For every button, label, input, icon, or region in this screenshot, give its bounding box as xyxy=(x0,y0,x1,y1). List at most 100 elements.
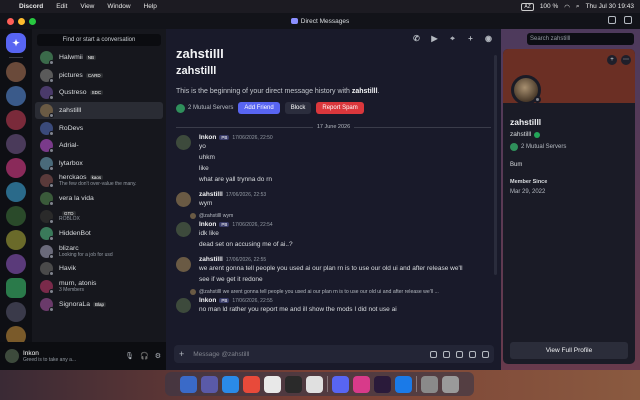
dm-item[interactable]: Qustreso SDC xyxy=(35,84,163,102)
message-author[interactable]: zahstilll xyxy=(199,256,223,263)
avatar[interactable] xyxy=(5,349,19,363)
settings-gear-icon[interactable]: ⚙ xyxy=(155,352,161,360)
avatar[interactable] xyxy=(176,298,191,313)
user-profile-icon[interactable]: ◉ xyxy=(484,34,493,43)
dm-item[interactable]: lytarbox xyxy=(35,155,163,173)
search-icon[interactable]: ⌕ xyxy=(576,3,580,11)
dm-item[interactable]: RoDevs xyxy=(35,119,163,137)
trash-icon[interactable] xyxy=(442,375,459,393)
user-info[interactable]: Inkon Greed is to take any a... xyxy=(23,350,125,363)
dm-item[interactable]: GTD ROBLOX xyxy=(35,207,163,225)
wifi-icon[interactable]: ◠ xyxy=(564,3,570,11)
dm-item[interactable]: Halwmii NB xyxy=(35,49,163,67)
dm-item[interactable]: murn, atonis 3 Members xyxy=(35,278,163,296)
attach-plus-icon[interactable]: + xyxy=(179,349,184,359)
menu-app-name[interactable]: Discord xyxy=(19,3,43,10)
dm-item[interactable]: Adrial- xyxy=(35,137,163,155)
report-spam-button[interactable]: Report Spam xyxy=(316,102,364,114)
finder-icon[interactable] xyxy=(180,375,197,393)
profile-mutual-servers[interactable]: 2 Mutual Servers xyxy=(510,143,628,151)
server-icon[interactable] xyxy=(6,230,26,250)
menu-window[interactable]: Window xyxy=(107,3,130,10)
dm-item[interactable]: vera la vida xyxy=(35,190,163,208)
dm-item[interactable]: herckaos kaos The few don't over-value the… xyxy=(35,172,163,190)
menu-help[interactable]: Help xyxy=(144,3,157,10)
pinned-messages-icon[interactable]: ⌖ xyxy=(448,34,457,43)
folder-icon[interactable] xyxy=(6,278,26,298)
apps-icon[interactable] xyxy=(482,350,489,358)
find-conversation-input[interactable]: Find or start a conversation xyxy=(37,34,161,46)
dm-item[interactable]: pictures CARD xyxy=(35,67,163,85)
dm-item[interactable]: Havik xyxy=(35,260,163,278)
message-author[interactable]: Inkon xyxy=(199,134,216,141)
reply-reference[interactable]: @zahstilll we arent gonna tell people yo… xyxy=(190,289,491,295)
message-author[interactable]: Inkon xyxy=(199,221,216,228)
dm-item[interactable]: zahstilll xyxy=(35,101,163,120)
sticker-icon[interactable] xyxy=(456,350,463,358)
profile-avatar[interactable] xyxy=(511,75,541,105)
safari-icon[interactable] xyxy=(222,375,239,393)
avatar[interactable] xyxy=(176,257,191,272)
view-full-profile-button[interactable]: View Full Profile xyxy=(510,342,628,359)
server-icon[interactable] xyxy=(6,62,26,82)
server-icon[interactable] xyxy=(6,254,26,274)
inbox-icon[interactable] xyxy=(608,16,616,24)
microphone-icon[interactable]: 🎙 xyxy=(125,352,134,360)
app-icon[interactable] xyxy=(395,375,412,393)
message-input[interactable]: Message @zahstilll xyxy=(193,351,249,358)
gif-icon[interactable] xyxy=(443,350,450,358)
server-icon[interactable] xyxy=(6,206,26,226)
photoshop-icon[interactable] xyxy=(374,375,391,393)
reply-reference[interactable]: @zahstilll wym xyxy=(190,213,491,219)
server-icon[interactable] xyxy=(6,302,26,322)
block-button[interactable]: Block xyxy=(284,102,312,114)
server-icon[interactable] xyxy=(6,134,26,154)
server-icon[interactable] xyxy=(6,110,26,130)
gift-icon[interactable] xyxy=(430,350,437,358)
server-icon[interactable] xyxy=(6,86,26,106)
battery-percent[interactable]: 100 % xyxy=(540,3,558,10)
avatar[interactable] xyxy=(176,222,191,237)
emoji-icon[interactable] xyxy=(469,350,476,358)
message[interactable]: Inkon PB 17/06/2026, 22:55 no man ld rather… xyxy=(176,297,491,315)
home-discord-icon[interactable]: ✦ xyxy=(6,33,26,53)
app-icon[interactable] xyxy=(353,375,370,393)
help-icon[interactable] xyxy=(624,16,632,24)
dm-item[interactable]: HiddenBot xyxy=(35,225,163,243)
message-composer[interactable]: + Message @zahstilll xyxy=(174,345,494,363)
message[interactable]: Inkon PB 17/06/2026, 22:50 yo uhkm like what a… xyxy=(176,134,491,185)
chatgpt-icon[interactable] xyxy=(285,375,302,393)
discord-icon[interactable] xyxy=(332,375,349,393)
menu-edit[interactable]: Edit xyxy=(56,3,67,10)
message-list[interactable]: zahstilll zahstilll This is the beginnin… xyxy=(166,49,501,345)
add-friend-button[interactable]: Add Friend xyxy=(238,102,280,114)
more-options-icon[interactable]: ⋯ xyxy=(621,55,631,65)
server-icon[interactable] xyxy=(6,182,26,202)
menu-clock[interactable]: Thu Jul 30 19:43 xyxy=(586,3,634,10)
input-source[interactable]: AZ xyxy=(521,2,534,11)
dm-item[interactable]: SignoraLa Blap xyxy=(35,295,163,313)
message-author[interactable]: zahstilll xyxy=(199,191,223,198)
mutual-servers-link[interactable]: 2 Mutual Servers xyxy=(176,103,233,113)
message-author[interactable]: Inkon xyxy=(199,297,216,304)
video-call-icon[interactable]: ▶ xyxy=(430,34,439,43)
message[interactable]: zahstilll 17/06/2026, 22:53 wym xyxy=(176,191,491,209)
headphones-icon[interactable]: 🎧 xyxy=(140,352,149,360)
search-input[interactable]: Search zahstilll xyxy=(527,33,634,45)
message[interactable]: zahstilll 17/06/2026, 22:55 we arent gonna… xyxy=(176,256,491,285)
add-friends-to-dm-icon[interactable]: + xyxy=(466,34,475,43)
avatar[interactable] xyxy=(176,135,191,150)
menu-view[interactable]: View xyxy=(80,3,94,10)
downloads-folder-icon[interactable] xyxy=(421,375,438,393)
message[interactable]: Inkon PB 17/06/2026, 22:54 idk like dead set… xyxy=(176,221,491,250)
server-icon[interactable] xyxy=(6,158,26,178)
dm-item[interactable]: blizarc Looking for a job for usd xyxy=(35,243,163,261)
avatar[interactable] xyxy=(176,192,191,207)
photos-icon[interactable] xyxy=(264,375,281,393)
chrome-icon[interactable] xyxy=(243,375,260,393)
launchpad-icon[interactable] xyxy=(201,375,218,393)
message-scrollbar[interactable] xyxy=(494,55,497,275)
add-friend-icon[interactable]: + xyxy=(607,55,617,65)
voice-call-icon[interactable]: ✆ xyxy=(412,34,421,43)
roblox-icon[interactable] xyxy=(306,375,323,393)
